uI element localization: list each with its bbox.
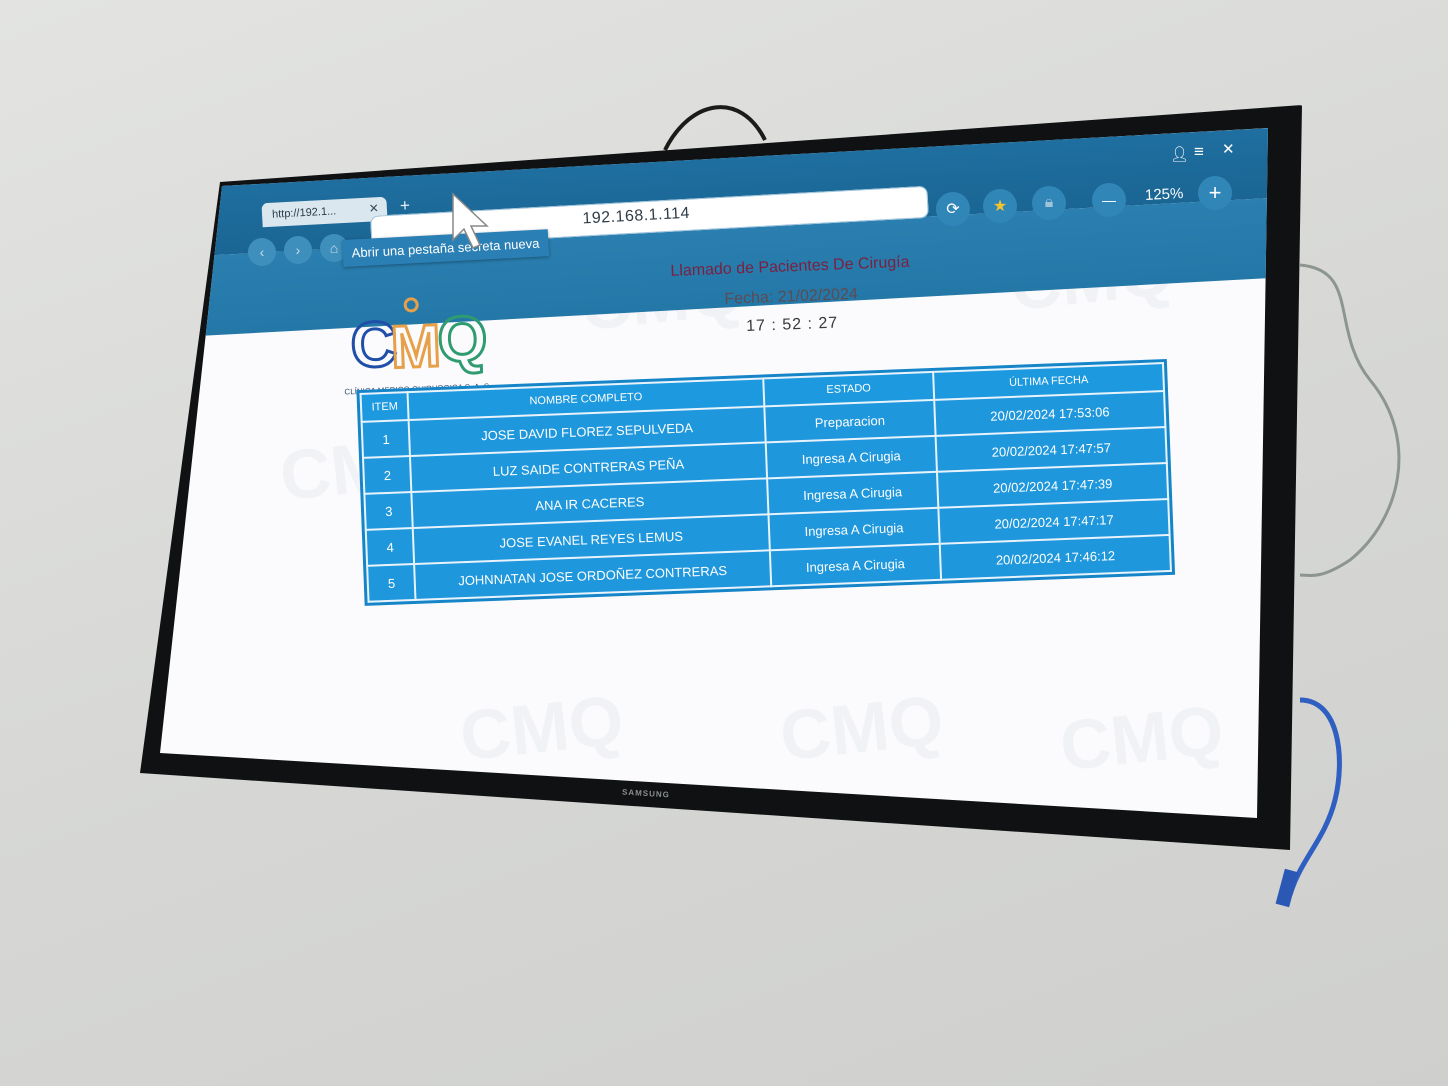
watermark-logo: CMQ [1056, 690, 1227, 786]
cell-estado: Ingresa A Cirugia [769, 543, 942, 587]
svg-text:Q: Q [436, 302, 489, 376]
page-clock: 17 : 52 : 27 [745, 314, 839, 336]
window-close-icon[interactable]: ✕ [1222, 140, 1235, 158]
url-text: 192.168.1.114 [582, 204, 691, 228]
bookmark-star-button[interactable]: ★ [983, 189, 1017, 223]
clinic-logo: C M Q CLÍNICA MEDICO QUIRURGICA S. A. S. [341, 290, 495, 397]
patients-table: ITEM NOMBRE COMPLETO ESTADO ÚLTIMA FECHA… [359, 362, 1172, 603]
cell-fecha: 20/02/2024 17:46:12 [940, 534, 1171, 580]
browser-window: CMQ CMQ CMQ CMQ CMQ CMQ http://192.1... … [160, 128, 1268, 818]
watermark-logo: CMQ [456, 680, 627, 776]
tab-title: http://192.1... [271, 205, 337, 221]
cell-item: 5 [367, 563, 416, 602]
menu-icon[interactable]: ≡ [1194, 142, 1204, 162]
watermark-logo: CMQ [776, 680, 947, 776]
cell-item: 1 [361, 420, 411, 458]
zoom-out-button[interactable]: — [1092, 183, 1126, 217]
refresh-button[interactable]: ⟳ [936, 192, 970, 226]
back-button[interactable]: ‹ [248, 238, 276, 266]
zoom-level: 125% [1144, 185, 1184, 204]
zoom-in-button[interactable]: + [1198, 176, 1232, 210]
lock-button[interactable]: 🔒︎ [1032, 186, 1066, 220]
mouse-pointer-icon [452, 192, 489, 249]
page-date: Fecha: 21/02/2024 [724, 285, 859, 308]
cell-item: 2 [363, 456, 412, 494]
page-content: Llamado de Pacientes De Cirugía Fecha: 2… [330, 243, 1204, 656]
column-header-item: ITEM [360, 392, 410, 422]
svg-text:M: M [389, 312, 442, 381]
cell-item: 4 [365, 527, 415, 566]
screen: CMQ CMQ CMQ CMQ CMQ CMQ http://192.1... … [160, 128, 1268, 818]
tab-close-icon[interactable]: ✕ [368, 201, 379, 216]
forward-button[interactable]: › [284, 236, 312, 264]
user-icon[interactable]: 👤︎ [1170, 145, 1189, 163]
cell-item: 3 [364, 492, 414, 530]
